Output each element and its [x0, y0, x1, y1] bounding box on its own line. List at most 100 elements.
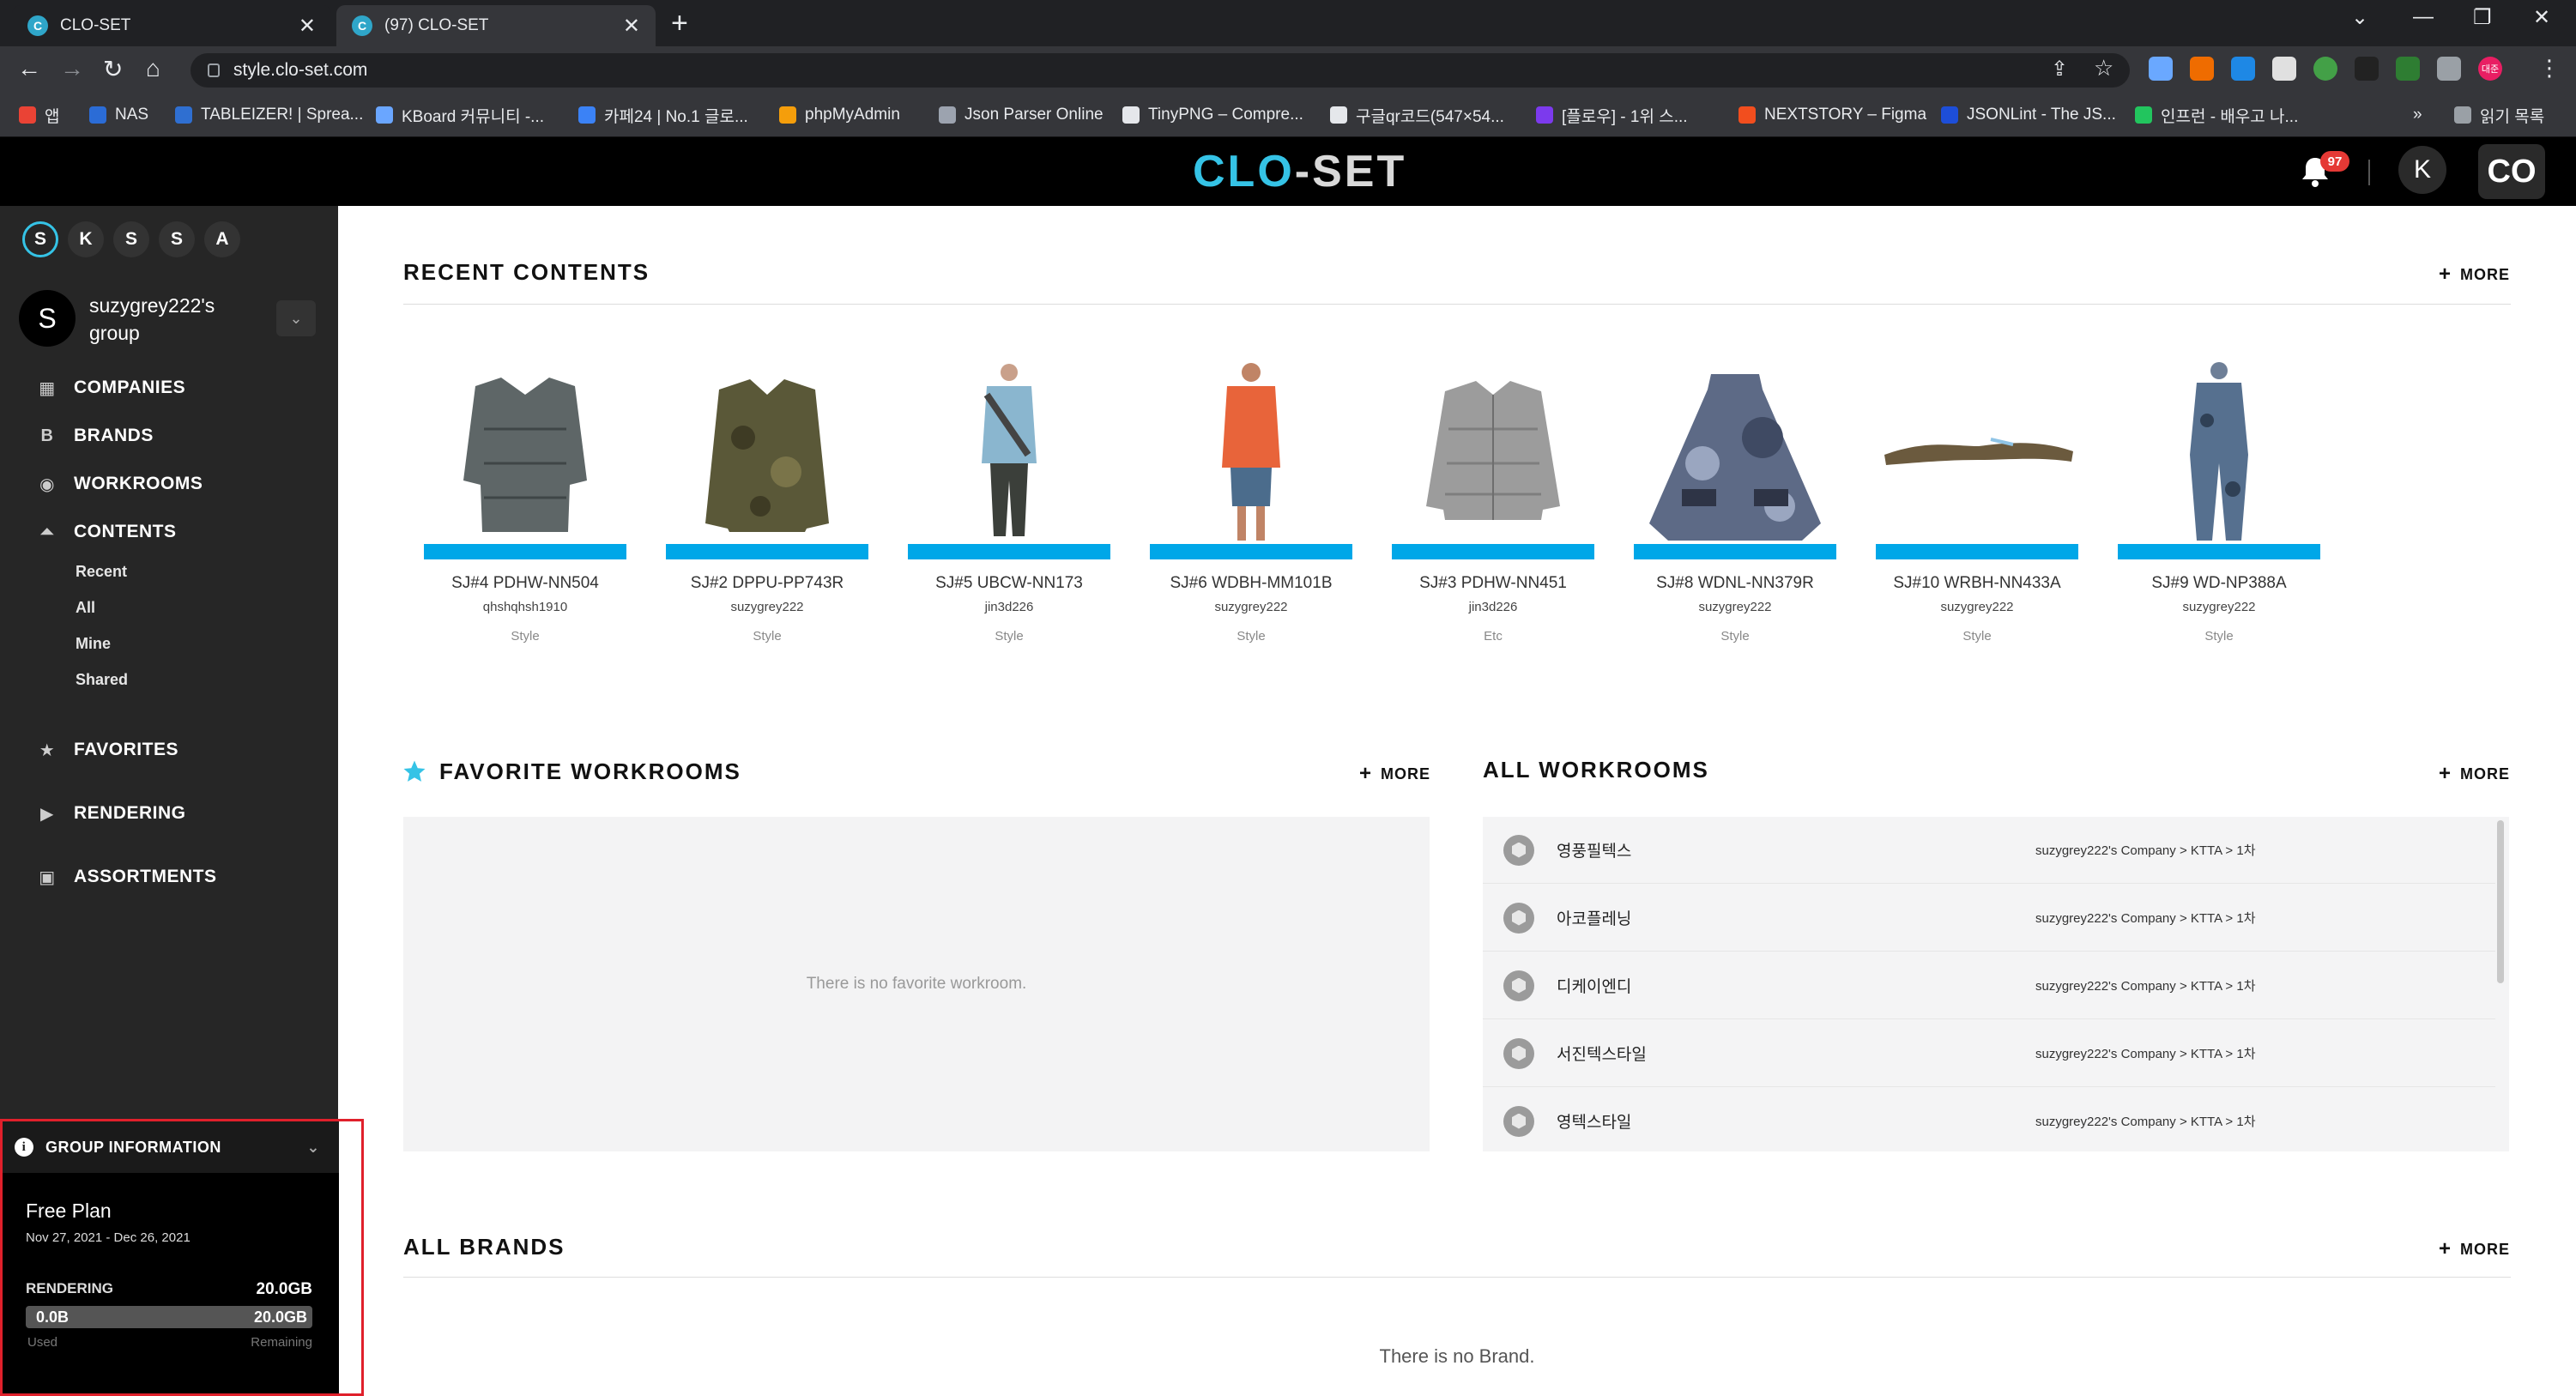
- content-card[interactable]: SJ#3 PDHW-NN451 jin3d226 Etc: [1392, 360, 1594, 652]
- content-card[interactable]: SJ#6 WDBH-MM101B suzygrey222 Style: [1150, 360, 1352, 652]
- camera-extension-icon[interactable]: [2272, 57, 2296, 81]
- brands-more-link[interactable]: + MORE: [2439, 1237, 2510, 1261]
- extension-icon[interactable]: [2355, 57, 2379, 81]
- content-name[interactable]: SJ#2 DPPU-PP743R: [666, 574, 868, 593]
- bookmark-item[interactable]: Json Parser Online: [939, 100, 1104, 130]
- card-accent-bar: [1150, 544, 1352, 559]
- browser-tab[interactable]: C CLO-SET ✕: [12, 5, 331, 46]
- workroom-row[interactable]: 아코플레닝 suzygrey222's Company > KTTA > 1차: [1483, 885, 2495, 952]
- sidebar-subitem-mine[interactable]: Mine: [76, 635, 111, 653]
- content-card[interactable]: SJ#10 WRBH-NN433A suzygrey222 Style: [1876, 360, 2078, 652]
- garment-thumbnail[interactable]: [908, 360, 1110, 551]
- bookmark-item[interactable]: 인프런 - 배우고 나...: [2135, 100, 2298, 130]
- sidebar-subitem-recent[interactable]: Recent: [76, 563, 127, 581]
- bookmark-item[interactable]: NAS: [89, 100, 148, 130]
- bookmark-overflow-icon[interactable]: »: [2413, 100, 2422, 130]
- content-name[interactable]: SJ#4 PDHW-NN504: [424, 574, 626, 593]
- sidebar-item-assortments[interactable]: ▣ ASSORTMENTS: [38, 867, 217, 887]
- content-name[interactable]: SJ#3 PDHW-NN451: [1392, 574, 1594, 593]
- sidebar-item-companies[interactable]: ▦ COMPANIES: [38, 378, 185, 398]
- clo-set-logo[interactable]: CLO-SET: [1193, 146, 1406, 197]
- bookmark-item[interactable]: [플로우] - 1위 스...: [1536, 100, 1688, 130]
- content-card[interactable]: SJ#8 WDNL-NN379R suzygrey222 Style: [1634, 360, 1836, 652]
- restore-icon[interactable]: ❐: [2473, 5, 2492, 30]
- workroom-row[interactable]: 서진텍스타일 suzygrey222's Company > KTTA > 1차: [1483, 1020, 2495, 1087]
- extension-icon[interactable]: [2149, 57, 2173, 81]
- clo-app-icon[interactable]: CO: [2478, 144, 2545, 199]
- content-card[interactable]: SJ#9 WD-NP388A suzygrey222 Style: [2118, 360, 2320, 652]
- group-switch-0[interactable]: S: [22, 221, 58, 257]
- sidebar-item-brands[interactable]: B BRANDS: [38, 426, 154, 446]
- close-tab-icon[interactable]: ✕: [299, 14, 316, 39]
- group-switch-4[interactable]: A: [204, 221, 240, 257]
- card-accent-bar: [2118, 544, 2320, 559]
- content-card[interactable]: SJ#2 DPPU-PP743R suzygrey222 Style: [666, 360, 868, 652]
- new-tab-icon[interactable]: +: [671, 7, 688, 40]
- bookmark-item[interactable]: JSONLint - The JS...: [1941, 100, 2116, 130]
- sidebar-item-favorites[interactable]: ★ FAVORITES: [38, 740, 178, 760]
- bookmark-item[interactable]: TinyPNG – Compre...: [1122, 100, 1303, 130]
- minimize-icon[interactable]: —: [2413, 5, 2434, 29]
- workroom-row[interactable]: 디케이엔디 suzygrey222's Company > KTTA > 1차: [1483, 952, 2495, 1019]
- group-information-header[interactable]: i GROUP INFORMATION ⌄: [3, 1121, 339, 1173]
- content-name[interactable]: SJ#8 WDNL-NN379R: [1634, 574, 1836, 593]
- sidebar-subitem-shared[interactable]: Shared: [76, 671, 128, 689]
- plus-icon: +: [1359, 762, 1373, 785]
- garment-thumbnail[interactable]: [1876, 360, 2078, 551]
- sidebar-subitem-all[interactable]: All: [76, 599, 95, 617]
- garment-thumbnail[interactable]: [1634, 360, 1836, 551]
- garment-thumbnail[interactable]: [2118, 360, 2320, 551]
- content-name[interactable]: SJ#9 WD-NP388A: [2118, 574, 2320, 593]
- back-icon[interactable]: ←: [17, 55, 41, 82]
- bookmark-item[interactable]: TABLEIZER! | Sprea...: [175, 100, 363, 130]
- address-bar[interactable]: style.clo-set.com: [190, 53, 2130, 88]
- download-icon[interactable]: [2231, 57, 2255, 81]
- tab-search-icon[interactable]: ⌄: [2351, 5, 2368, 30]
- content-card[interactable]: SJ#5 UBCW-NN173 jin3d226 Style: [908, 360, 1110, 652]
- workroom-list-scrollbar[interactable]: [2497, 820, 2504, 983]
- forward-icon[interactable]: →: [60, 55, 84, 82]
- bookmark-item[interactable]: NEXTSTORY – Figma: [1738, 100, 1926, 130]
- extensions-puzzle-icon[interactable]: [2437, 57, 2461, 81]
- reading-list[interactable]: 읽기 목록: [2454, 100, 2544, 130]
- workroom-row[interactable]: 영텍스타일 suzygrey222's Company > KTTA > 1차: [1483, 1088, 2495, 1151]
- group-switch-1[interactable]: K: [68, 221, 104, 257]
- window-close-icon[interactable]: ✕: [2533, 5, 2550, 30]
- bookmark-item[interactable]: 구글qr코드(547×54...: [1330, 100, 1504, 130]
- sidebar-item-workrooms[interactable]: ◉ WORKROOMS: [38, 474, 203, 494]
- bookmark-item[interactable]: phpMyAdmin: [779, 100, 900, 130]
- browser-menu-icon[interactable]: ⋮: [2538, 55, 2561, 82]
- workrooms-more-link[interactable]: + MORE: [2439, 762, 2510, 786]
- content-name[interactable]: SJ#10 WRBH-NN433A: [1876, 574, 2078, 593]
- favorites-more-link[interactable]: + MORE: [1359, 762, 1430, 786]
- content-card[interactable]: SJ#4 PDHW-NN504 qhshqhsh1910 Style: [424, 360, 626, 652]
- bookmark-item[interactable]: KBoard 커뮤니티 -...: [376, 100, 544, 130]
- sidebar-item-rendering[interactable]: ▶ RENDERING: [38, 803, 186, 824]
- content-name[interactable]: SJ#5 UBCW-NN173: [908, 574, 1110, 593]
- group-dropdown-chevron-icon[interactable]: ⌄: [276, 300, 316, 336]
- browser-tab-active[interactable]: C (97) CLO-SET ✕: [336, 5, 656, 46]
- reload-icon[interactable]: ↻: [103, 55, 123, 83]
- group-switch-3[interactable]: S: [159, 221, 195, 257]
- garment-thumbnail[interactable]: [1150, 360, 1352, 551]
- workroom-row[interactable]: 영풍필텍스 suzygrey222's Company > KTTA > 1차: [1483, 817, 2495, 884]
- recent-more-link[interactable]: + MORE: [2439, 263, 2510, 287]
- profile-avatar[interactable]: 대준: [2478, 57, 2502, 81]
- user-avatar[interactable]: K: [2398, 146, 2446, 194]
- extension-icon[interactable]: [2313, 57, 2337, 81]
- extension-icon[interactable]: [2396, 57, 2420, 81]
- bookmark-item[interactable]: 카페24 | No.1 글로...: [578, 100, 748, 130]
- share-icon[interactable]: ⇪: [2051, 57, 2068, 82]
- workroom-icon: [1503, 1037, 1534, 1069]
- content-name[interactable]: SJ#6 WDBH-MM101B: [1150, 574, 1352, 593]
- group-switch-2[interactable]: S: [113, 221, 149, 257]
- sidebar-item-contents[interactable]: ⏶ CONTENTS: [38, 522, 177, 542]
- garment-thumbnail[interactable]: [666, 360, 868, 551]
- home-icon[interactable]: ⌂: [146, 55, 160, 82]
- bookmark-item[interactable]: 앱: [19, 100, 59, 130]
- extension-icon[interactable]: [2190, 57, 2214, 81]
- garment-thumbnail[interactable]: [424, 360, 626, 551]
- bookmark-star-icon[interactable]: ☆: [2094, 55, 2113, 82]
- garment-thumbnail[interactable]: [1392, 360, 1594, 551]
- close-tab-icon[interactable]: ✕: [623, 14, 640, 39]
